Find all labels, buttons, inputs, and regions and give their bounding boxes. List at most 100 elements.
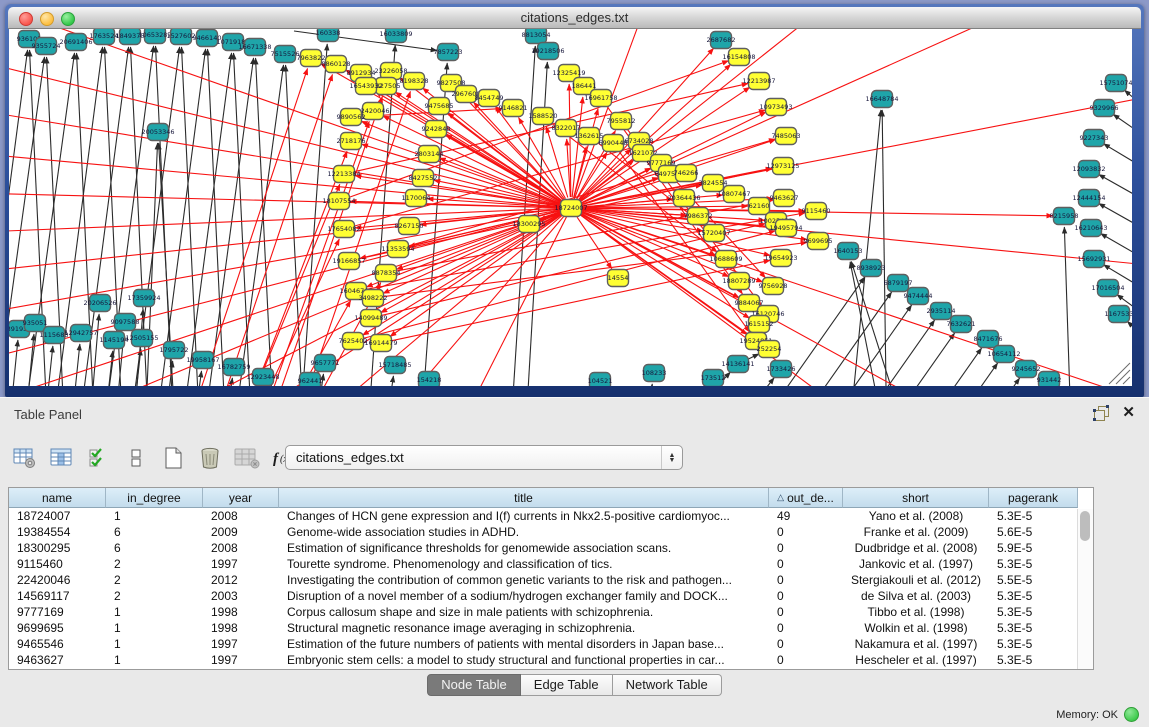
graph-edge[interactable] bbox=[102, 351, 113, 386]
graph-edge[interactable] bbox=[571, 208, 1132, 386]
graph-node[interactable]: 746266 bbox=[674, 165, 699, 182]
table-row[interactable]: 969969511998Structural magnetic resonanc… bbox=[9, 620, 1093, 636]
network-canvas[interactable]: 9361039355724206914061763524184937510653… bbox=[9, 29, 1132, 386]
graph-edge[interactable] bbox=[893, 348, 982, 386]
graph-node[interactable]: 9463627 bbox=[770, 190, 799, 207]
graph-edge[interactable] bbox=[234, 53, 253, 386]
graph-edge[interactable] bbox=[803, 292, 892, 386]
graph-node[interactable]: 8878354 bbox=[372, 265, 401, 282]
graph-node[interactable]: 10688609 bbox=[709, 251, 742, 268]
graph-node[interactable]: 1588520 bbox=[529, 108, 558, 125]
graph-node[interactable]: 16033809 bbox=[379, 29, 412, 43]
graph-edge[interactable] bbox=[9, 208, 571, 289]
table-select-dropdown[interactable]: citations_edges.txt ▲▼ bbox=[285, 445, 683, 470]
graph-edge[interactable] bbox=[1113, 114, 1132, 153]
graph-node[interactable]: 1795722 bbox=[160, 342, 189, 359]
graph-node[interactable]: 9474444 bbox=[904, 288, 933, 305]
graph-node[interactable]: 9227343 bbox=[1080, 130, 1109, 147]
graph-node[interactable]: 931442 bbox=[1037, 372, 1062, 387]
graph-edge[interactable] bbox=[256, 58, 275, 386]
graph-edge[interactable] bbox=[748, 354, 759, 359]
graph-node[interactable]: 7955812 bbox=[607, 113, 636, 130]
table-row[interactable]: 1456911722003Disruption of a novel membe… bbox=[9, 588, 1093, 604]
window-titlebar[interactable]: citations_edges.txt bbox=[8, 7, 1141, 29]
graph-edge[interactable] bbox=[1127, 321, 1132, 359]
graph-node[interactable]: 9115460 bbox=[802, 203, 831, 220]
network-view-window[interactable]: citations_edges.txt 93610393557242069140… bbox=[5, 4, 1144, 397]
graph-edge[interactable] bbox=[69, 344, 80, 386]
column-header-short[interactable]: short bbox=[843, 488, 989, 508]
graph-edge[interactable] bbox=[909, 363, 998, 386]
graph-node[interactable]: 16648784 bbox=[865, 91, 898, 108]
graph-edge[interactable] bbox=[1103, 144, 1132, 183]
graph-node[interactable]: 9242848 bbox=[422, 121, 451, 138]
graph-node[interactable]: 9475685 bbox=[425, 98, 454, 115]
graph-node[interactable]: 7986372 bbox=[684, 208, 713, 225]
tab-node-table[interactable]: Node Table bbox=[427, 674, 521, 696]
graph-edge[interactable] bbox=[931, 378, 1020, 386]
graph-node[interactable]: 12505155 bbox=[125, 330, 158, 347]
graph-node[interactable]: 12973125 bbox=[766, 158, 799, 175]
graph-node[interactable]: 19166857 bbox=[332, 253, 365, 270]
graph-node[interactable]: 9329966 bbox=[1090, 100, 1119, 117]
graph-edge[interactable] bbox=[9, 340, 18, 386]
table-scrollbar-thumb[interactable] bbox=[1080, 511, 1090, 541]
tab-network-table[interactable]: Network Table bbox=[613, 674, 722, 696]
table-row[interactable]: 1938455462009Genome-wide association stu… bbox=[9, 524, 1093, 540]
graph-edge[interactable] bbox=[161, 68, 308, 386]
graph-node[interactable]: 154218 bbox=[417, 372, 442, 387]
graph-node[interactable]: 3498222 bbox=[359, 290, 388, 307]
table-row[interactable]: 2242004622012Investigating the contribut… bbox=[9, 572, 1093, 588]
graph-edge[interactable] bbox=[208, 49, 227, 386]
table-row[interactable]: 946362711997Embryonic stem cells: a mode… bbox=[9, 652, 1093, 668]
graph-node[interactable]: 18807289 bbox=[722, 273, 755, 290]
graph-node[interactable]: 173512 bbox=[701, 370, 726, 387]
graph-node[interactable]: 20364436 bbox=[667, 190, 700, 207]
graph-node[interactable]: 14554 bbox=[608, 270, 629, 287]
graph-node[interactable]: 2718176 bbox=[337, 133, 366, 150]
graph-node[interactable]: 7632621 bbox=[947, 316, 976, 333]
graph-node[interactable]: 1615152 bbox=[745, 316, 774, 333]
graph-node[interactable]: 9657771 bbox=[311, 355, 340, 372]
graph-node[interactable]: 17016504 bbox=[1091, 280, 1124, 297]
graph-node[interactable]: 16210643 bbox=[1074, 220, 1107, 237]
graph-node[interactable]: 62160 bbox=[749, 198, 770, 215]
graph-node[interactable]: 12213384 bbox=[327, 166, 360, 183]
graph-node[interactable]: 19654923 bbox=[764, 250, 797, 267]
show-columns-icon[interactable] bbox=[49, 445, 75, 471]
graph-node[interactable]: 20691406 bbox=[59, 34, 92, 51]
graph-node[interactable]: 1170064 bbox=[402, 190, 431, 207]
select-all-icon[interactable] bbox=[86, 445, 112, 471]
graph-node[interactable]: 15692931 bbox=[1077, 251, 1110, 268]
graph-node[interactable]: 7485063 bbox=[772, 128, 801, 145]
column-header-pagerank[interactable]: pagerank bbox=[989, 488, 1078, 508]
close-panel-icon[interactable]: ✕ bbox=[1122, 406, 1135, 420]
citation-graph[interactable]: 9361039355724206914061763524184937510653… bbox=[9, 29, 1132, 386]
graph-node[interactable]: 104521 bbox=[588, 373, 613, 387]
graph-node[interactable]: 12213987 bbox=[742, 73, 775, 90]
graph-node[interactable]: 17359924 bbox=[127, 290, 160, 307]
graph-node[interactable]: 7857223 bbox=[434, 44, 463, 61]
column-header-year[interactable]: year bbox=[203, 488, 279, 508]
graph-node[interactable]: 1733426 bbox=[767, 361, 796, 378]
graph-edge[interactable] bbox=[1101, 233, 1132, 273]
graph-node[interactable]: 9756928 bbox=[759, 278, 788, 295]
graph-node[interactable]: 8813054 bbox=[522, 29, 551, 44]
graph-node[interactable]: 9355724 bbox=[32, 38, 61, 55]
tab-edge-table[interactable]: Edge Table bbox=[521, 674, 613, 696]
graph-node[interactable]: 8215958 bbox=[1050, 208, 1079, 225]
graph-node[interactable]: 252254 bbox=[757, 341, 782, 358]
graph-edge[interactable] bbox=[642, 384, 652, 386]
new-table-icon[interactable] bbox=[160, 445, 186, 471]
graph-node[interactable]: 7625402 bbox=[339, 333, 368, 350]
graph-node[interactable]: 9097588 bbox=[111, 314, 140, 331]
column-header-name[interactable]: name bbox=[9, 488, 106, 508]
graph-node[interactable]: 9699695 bbox=[804, 233, 833, 250]
graph-node[interactable]: 962441 bbox=[298, 373, 323, 387]
graph-edge[interactable] bbox=[571, 29, 1059, 208]
graph-node[interactable]: 8267150 bbox=[395, 218, 424, 235]
graph-node[interactable]: 1527602 bbox=[167, 29, 196, 45]
float-panel-icon[interactable] bbox=[1094, 406, 1108, 420]
table-settings-icon[interactable] bbox=[12, 445, 38, 471]
graph-node[interactable]: 1167533 bbox=[1105, 306, 1132, 323]
